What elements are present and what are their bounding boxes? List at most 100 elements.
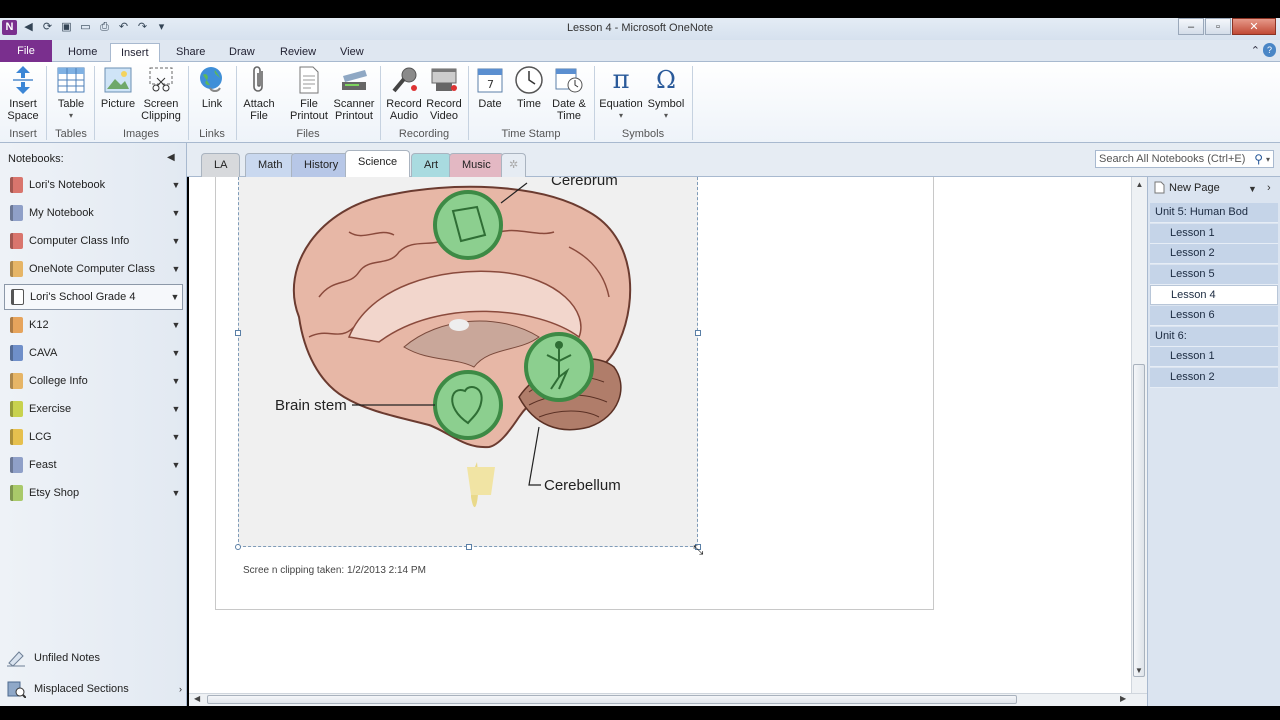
resize-handle[interactable]: [695, 330, 701, 336]
search-input[interactable]: Search All Notebooks (Ctrl+E): [1099, 153, 1254, 165]
notebook-item[interactable]: Computer Class Info ▼: [4, 228, 183, 254]
section-tab[interactable]: Math: [245, 153, 296, 177]
notebook-item[interactable]: OneNote Computer Class ▼: [4, 256, 183, 282]
date-time-button[interactable]: Date & Time: [550, 65, 588, 122]
scanner-printout-button[interactable]: Scanner Printout: [332, 65, 376, 122]
section-tab[interactable]: Music: [449, 153, 504, 177]
close-button[interactable]: ✕: [1232, 18, 1276, 35]
page-tab[interactable]: Lesson 2: [1150, 367, 1278, 388]
scroll-left-icon[interactable]: ◀: [194, 694, 200, 703]
section-tab[interactable]: History: [291, 153, 352, 177]
tab-review[interactable]: Review: [270, 43, 326, 62]
screen-clipping-image[interactable]: Cerebrum Brain stem Cerebellum: [235, 172, 701, 550]
picture-button[interactable]: Picture: [98, 65, 138, 110]
symbol-button[interactable]: Ω Symbol ▾: [646, 65, 686, 122]
chevron-down-icon[interactable]: ▼: [169, 488, 183, 498]
new-section-tab[interactable]: ✲: [501, 153, 527, 177]
notebook-item[interactable]: LCG ▼: [4, 424, 183, 450]
chevron-down-icon[interactable]: ▼: [169, 320, 183, 330]
chevron-down-icon[interactable]: ▼: [169, 348, 183, 358]
resize-handle[interactable]: [235, 544, 241, 550]
search-box[interactable]: Search All Notebooks (Ctrl+E) ⚲ ▾: [1095, 150, 1274, 168]
unfiled-notes[interactable]: Unfiled Notes: [6, 649, 100, 667]
minimize-button[interactable]: –: [1178, 18, 1204, 35]
record-video-button[interactable]: Record Video: [424, 65, 464, 122]
tab-file[interactable]: File: [0, 40, 52, 62]
expand-page-list-icon[interactable]: ›: [1267, 182, 1271, 194]
vertical-scroll-thumb[interactable]: [1133, 364, 1145, 677]
section-tabs: LA Math History Science Art Music ✲ Search Al…: [187, 143, 1280, 177]
separator: [468, 66, 469, 140]
notebook-item[interactable]: Lori's Notebook ▼: [4, 172, 183, 198]
page-tab[interactable]: Lesson 1: [1150, 347, 1278, 368]
chevron-down-icon[interactable]: ▼: [169, 404, 183, 414]
new-page-button[interactable]: New Page: [1154, 181, 1220, 194]
notebook-label: Lori's Notebook: [29, 179, 106, 191]
page-tab[interactable]: Lesson 5: [1150, 264, 1278, 285]
section-tab[interactable]: Science: [345, 150, 411, 177]
section-tab[interactable]: Art: [411, 153, 452, 177]
chevron-down-icon[interactable]: ▼: [169, 208, 183, 218]
tab-draw[interactable]: Draw: [219, 43, 265, 62]
notebook-item[interactable]: Feast ▼: [4, 452, 183, 478]
page-tab[interactable]: Lesson 1: [1150, 223, 1278, 244]
search-icon[interactable]: ⚲: [1254, 152, 1263, 166]
notebook-item[interactable]: My Notebook ▼: [4, 200, 183, 226]
chevron-down-icon[interactable]: ▼: [169, 460, 183, 470]
chevron-down-icon[interactable]: ▼: [168, 292, 182, 302]
insert-space-button[interactable]: Insert Space: [4, 65, 42, 122]
notebook-item[interactable]: K12 ▼: [4, 312, 183, 338]
attach-file-button[interactable]: Attach File: [240, 65, 278, 122]
resize-handle[interactable]: [235, 330, 241, 336]
tab-insert[interactable]: Insert: [110, 43, 160, 63]
maximize-button[interactable]: ▫: [1205, 18, 1231, 35]
separator: [188, 66, 189, 140]
chevron-down-icon[interactable]: ▼: [169, 376, 183, 386]
chevron-down-icon[interactable]: ▼: [169, 432, 183, 442]
notebook-item[interactable]: Lori's School Grade 4 ▼: [4, 284, 183, 310]
page-tab[interactable]: Lesson 2: [1150, 244, 1278, 265]
page-tab[interactable]: Lesson 6: [1150, 306, 1278, 326]
expand-icon[interactable]: ›: [179, 684, 182, 694]
dropdown-arrow-icon: ▾: [663, 111, 668, 120]
section-tab[interactable]: LA: [201, 153, 241, 177]
notebook-label: Feast: [29, 459, 57, 471]
resize-handle[interactable]: [466, 544, 472, 550]
record-audio-button[interactable]: Record Audio: [384, 65, 424, 122]
tab-share[interactable]: Share: [166, 43, 215, 62]
file-printout-button[interactable]: File Printout: [288, 65, 330, 122]
microphone-icon: [389, 65, 419, 95]
link-button[interactable]: Link: [194, 65, 230, 110]
search-scope-dropdown-icon[interactable]: ▾: [1266, 155, 1270, 164]
equation-button[interactable]: π Equation ▾: [598, 65, 644, 122]
group-symbols: Symbols: [621, 128, 665, 140]
screen-clipping-button[interactable]: Screen Clipping: [138, 65, 184, 122]
help-icon[interactable]: ?: [1263, 43, 1276, 57]
new-page-dropdown-icon[interactable]: ▼: [1248, 184, 1257, 194]
scroll-up-icon[interactable]: ▲: [1132, 180, 1147, 189]
notebook-item[interactable]: Etsy Shop ▼: [4, 480, 183, 506]
date-button[interactable]: 7 Date: [474, 65, 506, 110]
horizontal-scroll-thumb[interactable]: [207, 695, 1017, 704]
chevron-down-icon[interactable]: ▼: [169, 180, 183, 190]
time-button[interactable]: Time: [512, 65, 546, 110]
page-tab[interactable]: Lesson 4: [1150, 285, 1278, 306]
notebook-label: LCG: [29, 431, 52, 443]
notebook-item[interactable]: Exercise ▼: [4, 396, 183, 422]
misplaced-sections[interactable]: Misplaced Sections ›: [6, 680, 182, 698]
scroll-down-icon[interactable]: ▼: [1135, 666, 1143, 675]
page-tab[interactable]: Unit 6:: [1150, 326, 1278, 347]
notebook-item[interactable]: CAVA ▼: [4, 340, 183, 366]
page-tab[interactable]: Unit 5: Human Bod: [1150, 203, 1278, 223]
notebook-icon: [10, 457, 23, 473]
scroll-right-icon[interactable]: ▶: [1120, 694, 1126, 703]
chevron-down-icon[interactable]: ▼: [169, 236, 183, 246]
tab-view[interactable]: View: [330, 43, 374, 62]
ribbon-minimize-icon[interactable]: ⌃: [1251, 44, 1260, 57]
collapse-nav-icon[interactable]: ◀: [167, 152, 175, 163]
chevron-down-icon[interactable]: ▼: [169, 264, 183, 274]
notebook-item[interactable]: College Info ▼: [4, 368, 183, 394]
table-button[interactable]: Table ▾: [52, 65, 90, 122]
unfiled-notes-icon: [7, 651, 25, 667]
tab-home[interactable]: Home: [58, 43, 107, 62]
